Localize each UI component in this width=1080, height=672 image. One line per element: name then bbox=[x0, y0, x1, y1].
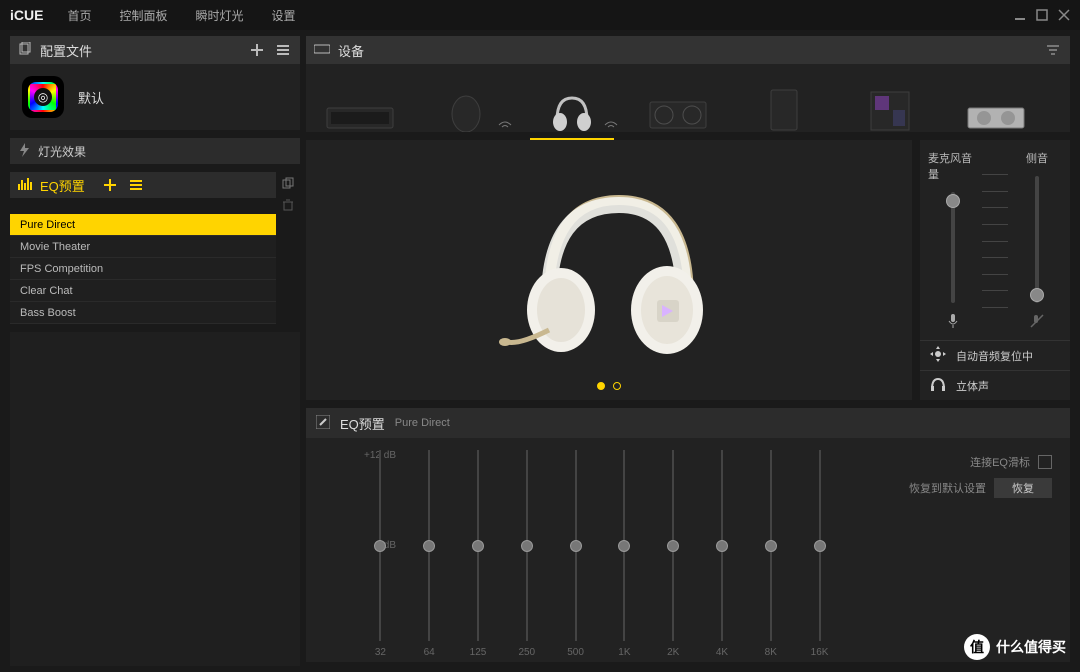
preset-menu-button[interactable] bbox=[127, 176, 145, 194]
maximize-button[interactable] bbox=[1036, 9, 1048, 21]
lighting-effects-header[interactable]: 灯光效果 bbox=[10, 138, 300, 164]
eq-options: 连接EQ滑标 恢复到默认设置 恢复 bbox=[852, 450, 1052, 658]
keyboard-icon bbox=[314, 43, 330, 58]
devices-header: 设备 bbox=[306, 36, 1070, 64]
eq-band-slider[interactable] bbox=[770, 450, 772, 641]
lighting-title: 灯光效果 bbox=[38, 143, 86, 160]
preset-item[interactable]: Clear Chat bbox=[10, 280, 276, 302]
nav-dashboard[interactable]: 控制面板 bbox=[119, 7, 167, 24]
nav-home[interactable]: 首页 bbox=[67, 7, 91, 24]
eq-band-slider[interactable] bbox=[428, 450, 430, 641]
reset-default-label: 恢复到默认设置 bbox=[909, 480, 986, 496]
device-keyboard[interactable] bbox=[324, 82, 396, 132]
link-sliders-checkbox[interactable] bbox=[1038, 455, 1052, 469]
volume-scale bbox=[982, 150, 1008, 334]
profiles-menu-button[interactable] bbox=[274, 41, 292, 59]
nav-instant-lighting[interactable]: 瞬时灯光 bbox=[195, 7, 243, 24]
title-bar: iCUE 首页 控制面板 瞬时灯光 设置 bbox=[0, 0, 1080, 30]
eq-presets-section: EQ预置 Pure Direct Movie Theater FPS Compe… bbox=[10, 172, 300, 324]
stereo-mode-row[interactable]: 立体声 bbox=[920, 370, 1070, 400]
eq-band-slider[interactable] bbox=[672, 450, 674, 641]
copy-icon bbox=[18, 42, 32, 59]
eq-band-slider[interactable] bbox=[721, 450, 723, 641]
add-preset-button[interactable] bbox=[101, 176, 119, 194]
close-button[interactable] bbox=[1058, 9, 1070, 21]
preset-item[interactable]: Pure Direct bbox=[10, 214, 276, 236]
eq-band-slider[interactable] bbox=[819, 450, 821, 641]
eq-band-slider[interactable] bbox=[379, 450, 381, 641]
sidetone-control: 侧音 bbox=[1012, 150, 1062, 334]
auto-audio-reset-label: 自动音频复位中 bbox=[956, 348, 1033, 364]
device-strip bbox=[306, 64, 1070, 132]
carousel-dots bbox=[597, 382, 621, 390]
profile-item-default[interactable]: ◎ 默认 bbox=[10, 64, 300, 130]
mic-volume-control: 麦克风音量 bbox=[928, 150, 978, 334]
duplicate-preset-button[interactable] bbox=[279, 174, 297, 192]
carousel-dot[interactable] bbox=[597, 382, 605, 390]
eq-editor-current: Pure Direct bbox=[395, 417, 450, 429]
device-mouse[interactable] bbox=[430, 82, 502, 132]
mic-volume-slider[interactable] bbox=[951, 192, 955, 303]
app-brand: iCUE bbox=[10, 7, 43, 23]
delete-preset-button[interactable] bbox=[279, 196, 297, 214]
eq-presets-header: EQ预置 bbox=[10, 172, 276, 198]
eq-editor-title: EQ预置 bbox=[340, 414, 385, 433]
window-controls bbox=[1014, 9, 1070, 21]
headset-image bbox=[499, 170, 719, 370]
sidetone-slider[interactable] bbox=[1035, 176, 1039, 303]
headphones-icon bbox=[930, 377, 946, 394]
eq-band-slider[interactable] bbox=[477, 450, 479, 641]
link-sliders-label: 连接EQ滑标 bbox=[970, 454, 1030, 470]
device-headset[interactable] bbox=[536, 82, 608, 132]
eq-editor-panel: EQ预置 Pure Direct +12 dB 0 dB 32 64 125 2… bbox=[306, 408, 1070, 662]
profiles-title: 配置文件 bbox=[40, 41, 92, 60]
preset-item[interactable]: FPS Competition bbox=[10, 258, 276, 280]
sidebar: 配置文件 ◎ 默认 灯光效果 EQ预置 bbox=[0, 30, 300, 672]
sidetone-label: 侧音 bbox=[1026, 150, 1048, 166]
content-area: 设备 bbox=[300, 30, 1080, 672]
nav-settings[interactable]: 设置 bbox=[272, 7, 296, 24]
minimize-button[interactable] bbox=[1014, 9, 1026, 21]
preset-item[interactable]: Bass Boost bbox=[10, 302, 276, 324]
microphone-icon bbox=[946, 313, 960, 334]
devices-title: 设备 bbox=[338, 41, 364, 60]
auto-audio-reset-row[interactable]: 自动音频复位中 bbox=[920, 340, 1070, 370]
add-profile-button[interactable] bbox=[248, 41, 266, 59]
device-motherboard[interactable] bbox=[854, 82, 926, 132]
device-preview bbox=[306, 140, 912, 400]
top-nav: 首页 控制面板 瞬时灯光 设置 bbox=[67, 7, 295, 24]
eq-band-slider[interactable] bbox=[526, 450, 528, 641]
preset-list: Pure Direct Movie Theater FPS Competitio… bbox=[10, 214, 276, 324]
devices-sort-button[interactable] bbox=[1044, 41, 1062, 59]
lightning-icon bbox=[18, 143, 30, 160]
stereo-mode-label: 立体声 bbox=[956, 378, 989, 394]
watermark-badge: 值 bbox=[964, 634, 990, 660]
profiles-header: 配置文件 bbox=[10, 36, 300, 64]
carousel-dot[interactable] bbox=[613, 382, 621, 390]
profile-logo-icon: ◎ bbox=[22, 76, 64, 118]
watermark: 值 什么值得买 bbox=[964, 634, 1066, 660]
eq-band-slider[interactable] bbox=[623, 450, 625, 641]
eq-presets-title: EQ预置 bbox=[40, 176, 85, 195]
eq-band-slider[interactable] bbox=[575, 450, 577, 641]
reposition-icon bbox=[930, 346, 946, 365]
device-case[interactable] bbox=[748, 82, 820, 132]
watermark-text: 什么值得买 bbox=[996, 637, 1066, 657]
edit-icon[interactable] bbox=[316, 415, 330, 432]
sidetone-mute-icon bbox=[1029, 313, 1045, 334]
mic-volume-label: 麦克风音量 bbox=[928, 150, 978, 182]
eq-sliders: +12 dB 0 dB 32 64 125 250 500 1K 2K 4K 8… bbox=[364, 450, 836, 658]
equalizer-icon bbox=[18, 178, 32, 193]
device-gpu[interactable] bbox=[960, 82, 1032, 132]
wireless-icon bbox=[604, 116, 618, 134]
device-cooler[interactable] bbox=[642, 82, 714, 132]
audio-side-controls: 麦克风音量 侧音 bbox=[920, 140, 1070, 400]
reset-button[interactable]: 恢复 bbox=[994, 478, 1052, 498]
eq-editor-header: EQ预置 Pure Direct bbox=[306, 408, 1070, 438]
profile-name: 默认 bbox=[78, 88, 104, 107]
preset-item[interactable]: Movie Theater bbox=[10, 236, 276, 258]
wireless-icon bbox=[498, 116, 512, 134]
